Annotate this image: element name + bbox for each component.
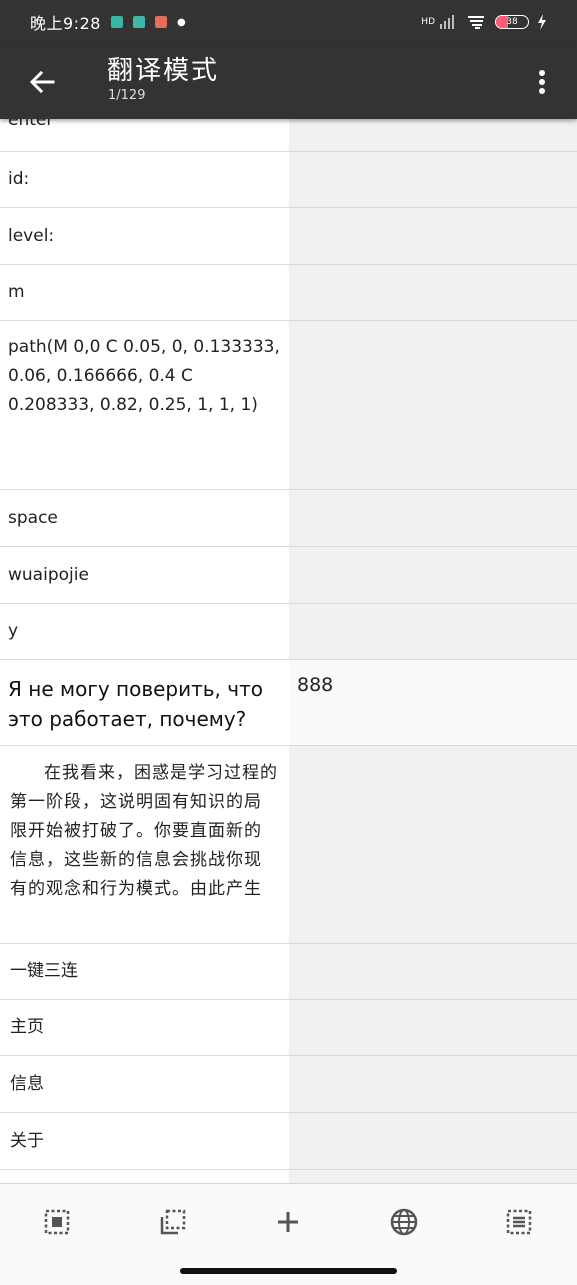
page-title: 翻译模式 [107,56,220,86]
translate-button[interactable] [388,1206,420,1238]
hd-label: HD [421,17,435,27]
source-text: 主页 [10,1017,44,1037]
deselect-icon [160,1209,186,1235]
translation-row[interactable]: y [0,604,577,660]
source-text: 信息 [10,1073,44,1094]
source-text: y [8,621,19,641]
status-time: 晚上9:28 [30,14,101,33]
translation-list: enter id: level: m path(M 0,0 C 0.05, 0,… [0,96,577,1186]
select-all-button[interactable] [41,1206,73,1238]
home-indicator[interactable] [180,1268,397,1274]
translation-row[interactable]: 关于 [0,1113,577,1170]
translate-globe-icon [390,1208,418,1236]
translation-row[interactable]: 主页 [0,1000,577,1056]
source-text: m [8,282,25,302]
translation-row-selected[interactable]: Я не могу поверить, что это работает, по… [0,660,577,746]
translation-row[interactable]: 信息 [0,1056,577,1113]
battery-level: 38 [506,17,518,27]
target-text[interactable] [289,265,577,320]
target-text[interactable] [289,1000,577,1055]
translation-row[interactable]: 在我看来，困惑是学习过程的第一阶段，这说明固有知识的局限开始被打破了。你要直面新… [0,746,577,944]
page-indicator: 1/129 [108,88,146,103]
app-notification-icon [110,16,123,28]
translation-row[interactable]: wuaipojie [0,547,577,604]
target-text[interactable] [289,547,577,603]
target-text[interactable] [289,944,577,999]
alert-notification-icon [154,16,167,28]
source-text: 关于 [10,1130,44,1151]
translation-row[interactable]: id: [0,152,577,208]
target-input[interactable]: 888 [289,660,577,745]
target-text[interactable] [289,152,577,207]
translation-row[interactable]: m [0,265,577,321]
target-text[interactable] [289,490,577,546]
deselect-button[interactable] [157,1206,189,1238]
translation-row[interactable]: space [0,490,577,547]
arrow-back-icon [29,70,55,94]
source-text: level: [8,225,55,246]
battery-icon: 38 [495,15,529,29]
source-text: wuaipojie [8,564,89,585]
translation-row[interactable]: 一键三连 [0,944,577,1000]
add-button[interactable] [272,1206,304,1238]
add-icon [278,1212,298,1232]
more-options-button[interactable] [527,62,557,102]
translation-row[interactable]: path(M 0,0 C 0.05, 0, 0.133333, 0.06, 0.… [0,321,577,490]
charging-icon [538,14,546,30]
translation-row[interactable]: level: [0,208,577,265]
status-right: HD 38 [421,14,547,30]
source-text: 一键三连 [10,961,78,981]
signal-icon [440,15,454,29]
select-all-icon [44,1209,70,1235]
target-text[interactable] [289,208,577,264]
target-text[interactable] [289,321,577,489]
target-text[interactable] [289,604,577,659]
source-text: space [8,507,58,528]
back-button[interactable] [22,62,62,102]
list-button[interactable] [503,1206,535,1238]
source-text: id: [8,169,30,189]
more-vert-icon [539,70,545,94]
source-text: 在我看来，困惑是学习过程的第一阶段，这说明固有知识的局限开始被打破了。你要直面新… [10,763,278,899]
status-bar: 晚上9:28 ● HD 38 [0,0,577,44]
list-icon [506,1209,532,1235]
notification-icons: ● [110,16,186,28]
wifi-icon [468,16,484,29]
message-notification-icon [132,16,145,28]
source-text: path(M 0,0 C 0.05, 0, 0.133333, 0.06, 0.… [8,337,280,415]
more-notifications-dot-icon: ● [176,16,186,28]
source-text: Я не могу поверить, что это работает, по… [8,677,263,731]
target-text[interactable] [289,1113,577,1169]
target-text[interactable] [289,746,577,943]
app-bar: 翻译模式 1/129 [0,44,577,119]
target-text[interactable] [289,1056,577,1112]
